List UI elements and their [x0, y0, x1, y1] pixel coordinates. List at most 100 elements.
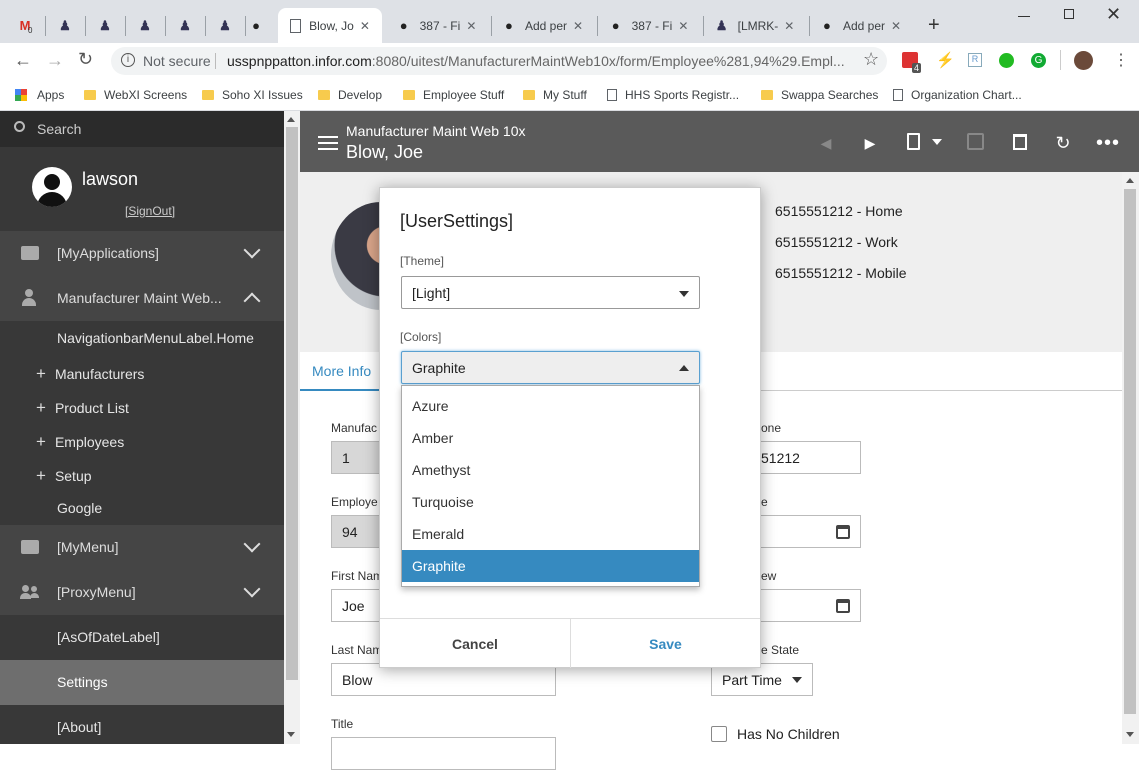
tab-close-icon[interactable]: ✕	[573, 19, 583, 33]
scroll-down-icon[interactable]	[1126, 732, 1134, 737]
calendar-icon[interactable]	[836, 525, 850, 539]
new-tab-icon[interactable]: +	[928, 14, 940, 37]
color-option-amber[interactable]: Amber	[402, 422, 699, 454]
new-document-icon[interactable]	[907, 133, 920, 150]
tab-close-icon[interactable]: ✕	[891, 19, 901, 33]
more-actions-icon[interactable]: •••	[1096, 132, 1119, 154]
sidebar-item-product-list[interactable]: + Product List	[36, 398, 129, 418]
extension-d-icon[interactable]	[999, 53, 1014, 68]
sidebar-search[interactable]: Search	[0, 111, 284, 147]
sidebar-item-google[interactable]: Google	[57, 500, 102, 516]
scroll-thumb[interactable]	[1124, 189, 1136, 714]
next-icon[interactable]: ▶	[859, 132, 881, 154]
browser-tab[interactable]: ● Add per ✕	[490, 8, 594, 43]
content-scrollbar[interactable]	[1122, 172, 1139, 744]
forward-icon[interactable]: →	[46, 50, 64, 71]
scroll-up-icon[interactable]	[287, 117, 295, 122]
color-option-emerald[interactable]: Emerald	[402, 518, 699, 550]
profile-avatar[interactable]	[1074, 51, 1093, 70]
title-label: Title	[331, 717, 354, 731]
reload-icon[interactable]: ↻	[78, 49, 93, 70]
sidebar-scrollbar[interactable]	[284, 111, 300, 744]
browser-tab[interactable]: ♟	[208, 8, 242, 43]
tab-close-icon[interactable]: ✕	[678, 19, 688, 33]
browser-tab[interactable]: ● 387 - Fi ✕	[596, 8, 700, 43]
tab-close-icon[interactable]: ✕	[360, 19, 370, 33]
scroll-thumb[interactable]	[286, 127, 298, 680]
chrome-menu-icon[interactable]: ⋮	[1113, 50, 1129, 70]
calendar-icon[interactable]	[836, 599, 850, 613]
sidebar-item-about[interactable]: [About]	[57, 719, 101, 735]
bookmark-item[interactable]: WebXI Screens	[84, 85, 187, 105]
bookmark-item[interactable]: Swappa Searches	[761, 85, 878, 105]
color-option-graphite[interactable]: Graphite	[402, 550, 699, 582]
browser-tab[interactable]: Blow, Jo ✕	[278, 8, 382, 43]
first-name-value: Joe	[342, 597, 365, 614]
sidebar-proxymenu[interactable]: [ProxyMenu]	[0, 570, 284, 615]
tab-close-icon[interactable]: ✕	[784, 19, 794, 33]
sidebar-item-asofdate[interactable]: [AsOfDateLabel]	[57, 629, 160, 645]
save-icon[interactable]	[967, 133, 984, 150]
tab-more-info[interactable]: More Info	[300, 352, 380, 391]
title-field[interactable]	[331, 737, 556, 770]
manufacturer-label: Manufac	[331, 421, 378, 435]
bookmark-item[interactable]: Soho XI Issues	[202, 85, 303, 105]
browser-tab[interactable]: ♟	[168, 8, 202, 43]
bookmark-item[interactable]: Organization Chart...	[893, 85, 1022, 105]
sidebar-app[interactable]: Manufacturer Maint Web...	[0, 276, 284, 321]
theme-select[interactable]: [Light]	[401, 276, 700, 309]
bookmark-label: Swappa Searches	[781, 88, 879, 102]
extension-r-icon[interactable]: R	[968, 53, 982, 67]
info-icon[interactable]: i	[121, 53, 135, 67]
signout-link[interactable]: [SignOut]	[125, 204, 175, 218]
scroll-up-icon[interactable]	[1126, 178, 1134, 183]
sidebar-mymenu[interactable]: [MyMenu]	[0, 525, 284, 570]
state-value: Part Time	[722, 671, 782, 688]
sidebar-item-employees[interactable]: + Employees	[36, 432, 124, 452]
has-no-children-checkbox[interactable]	[711, 726, 727, 742]
cancel-button[interactable]: Cancel	[380, 619, 570, 668]
browser-tab[interactable]: M0	[8, 8, 42, 43]
bookmark-item[interactable]: Employee Stuff	[403, 85, 504, 105]
previous-icon[interactable]: ◀	[815, 132, 837, 154]
bookmark-star-icon[interactable]: ☆	[863, 49, 879, 70]
minimize-icon[interactable]	[1018, 16, 1030, 17]
bookmark-item[interactable]: Develop	[318, 85, 382, 105]
grammarly-icon[interactable]: G	[1031, 53, 1046, 68]
sidebar-myapplications[interactable]: [MyApplications]	[0, 231, 284, 276]
color-option-turquoise[interactable]: Turquoise	[402, 486, 699, 518]
browser-tab[interactable]: ♟ [LMRK- ✕	[702, 8, 806, 43]
browser-tab[interactable]: ●	[240, 8, 272, 43]
address-bar[interactable]: i Not secure usspnppatton.infor.com:8080…	[111, 47, 887, 75]
sidebar-item-setup[interactable]: + Setup	[36, 466, 92, 486]
color-option-amethyst[interactable]: Amethyst	[402, 454, 699, 486]
new-dropdown-icon[interactable]	[932, 139, 942, 145]
omnibox-divider	[215, 53, 216, 69]
bookmark-item[interactable]: Apps	[15, 85, 64, 105]
browser-tab[interactable]: ♟	[48, 8, 82, 43]
lightning-icon[interactable]: ⚡	[936, 51, 955, 69]
browser-tab[interactable]: ● Add per ✕	[808, 8, 912, 43]
sidebar-item-home[interactable]: NavigationbarMenuLabel.Home	[57, 330, 254, 346]
refresh-icon[interactable]: ↻	[1052, 132, 1074, 154]
scroll-down-icon[interactable]	[287, 732, 295, 737]
github-icon: ●	[505, 18, 513, 33]
color-option-azure[interactable]: Azure	[402, 390, 699, 422]
close-window-icon[interactable]: ✕	[1106, 4, 1121, 25]
tab-close-icon[interactable]: ✕	[466, 19, 476, 33]
maximize-icon[interactable]	[1064, 9, 1074, 19]
bookmark-item[interactable]: HHS Sports Registr...	[607, 85, 739, 105]
sidebar-item-settings[interactable]: Settings	[0, 660, 284, 705]
bookmark-item[interactable]: My Stuff	[523, 85, 587, 105]
browser-tab[interactable]: ● 387 - Fi ✕	[384, 8, 488, 43]
theme-label: [Theme]	[400, 254, 445, 268]
hamburger-icon[interactable]	[318, 136, 338, 138]
github-icon: ●	[823, 18, 831, 33]
browser-tab[interactable]: ♟	[128, 8, 162, 43]
colors-select[interactable]: Graphite	[401, 351, 700, 384]
sidebar-item-manufacturers[interactable]: + Manufacturers	[36, 364, 144, 384]
delete-icon[interactable]	[1013, 134, 1027, 150]
back-icon[interactable]: ←	[14, 50, 32, 71]
browser-tab[interactable]: ♟	[88, 8, 122, 43]
save-button[interactable]: Save	[571, 619, 760, 668]
